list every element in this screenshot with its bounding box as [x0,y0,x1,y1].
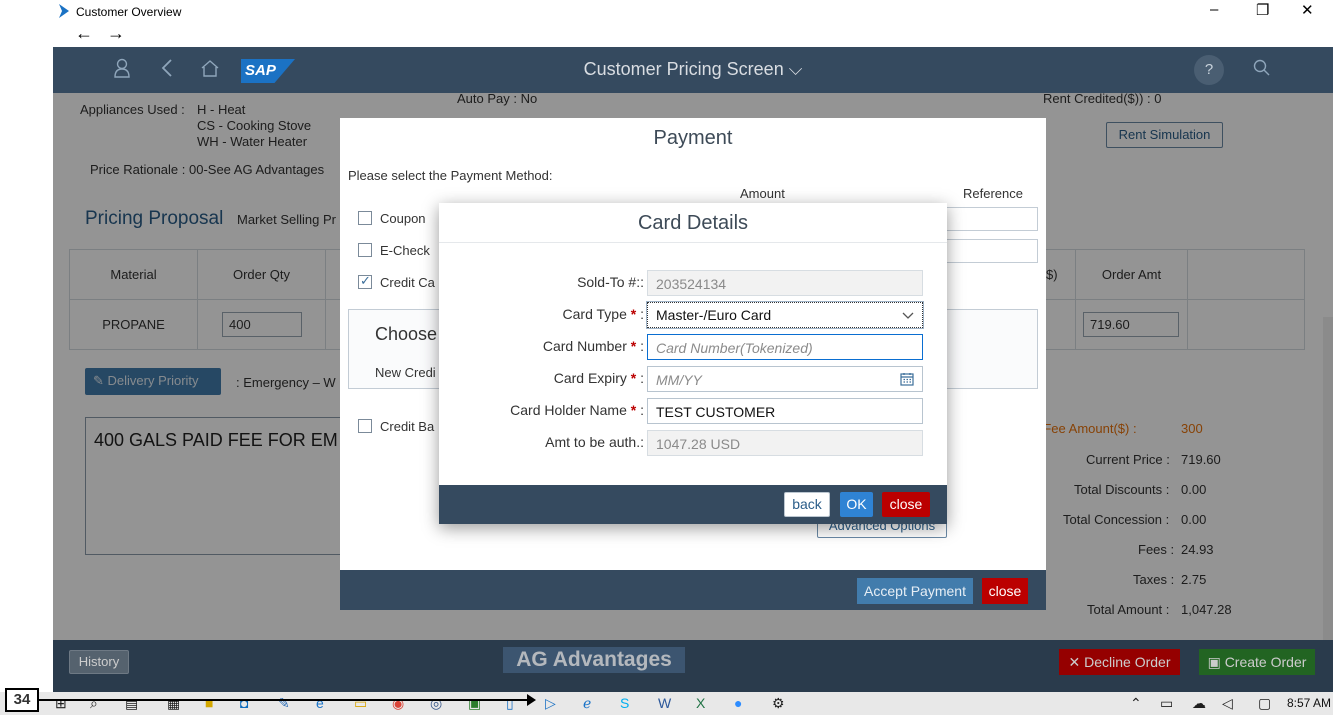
required-marker: * [630,338,637,354]
credit-card-checkbox[interactable] [358,273,372,289]
method-label: Credit Ba [380,419,435,434]
coupon-checkbox[interactable] [358,211,372,225]
shell-title[interactable]: Customer Pricing Screen ⌵ [53,59,1333,80]
required-marker: * [630,370,637,386]
shell-bar: SAP Customer Pricing Screen ⌵ ? [53,47,1333,93]
cloud-icon[interactable]: ☁ [1192,695,1206,712]
amt-auth-field: 1047.28 USD [647,430,923,456]
back-arrow-icon[interactable]: ← [75,23,93,44]
label-colon: : [640,370,644,386]
step-badge: 34 [5,688,39,712]
method-label: Coupon [380,211,426,226]
card-expiry-input[interactable]: MM/YY [647,366,923,392]
step-pointer-arrow [527,694,536,706]
app-icon[interactable]: ◎ [430,695,442,712]
app-frame: SAP Customer Pricing Screen ⌵ ? Applianc… [53,47,1333,692]
forward-arrow-icon[interactable]: → [107,23,125,44]
minimize-button[interactable]: – [1210,1,1218,18]
payment-instruction: Please select the Payment Method: [348,168,553,183]
card-number-label: Card Number * : [439,338,644,354]
restore-button[interactable]: ❐ [1256,1,1269,19]
chevron-down-icon [902,312,914,319]
close-window-button[interactable]: ✕ [1301,1,1314,19]
card-details-title: Card Details [439,203,947,243]
taskbar: ⊞ ⌕ ▤ ▦ ■ ◘ ✎ e ▭ ◉ ◎ ▣ ▯ ▷ ℯ S W X ● ⚙ … [0,692,1333,715]
notification-icon[interactable]: ▢ [1258,695,1271,712]
calculator-icon[interactable]: ▦ [167,695,180,712]
credit-balance-checkbox[interactable] [358,419,372,433]
reference-header: Reference [963,186,1023,201]
edge-icon[interactable]: e [316,695,324,711]
card-holder-label-text: Card Holder Name [510,402,627,418]
echeck-checkbox[interactable] [358,243,372,257]
card-type-select[interactable]: Master-/Euro Card [646,301,924,329]
ie-icon[interactable]: ℯ [583,695,591,712]
card-close-button[interactable]: close [882,492,930,517]
start-icon[interactable]: ⊞ [55,695,67,712]
chrome-icon[interactable]: ◉ [392,695,404,712]
sold-to-field: 203524134 [647,270,923,296]
dynamics-logo-icon [59,4,69,18]
search-icon[interactable] [1253,58,1271,84]
zoom-icon[interactable]: ● [734,695,742,711]
outlook-icon[interactable]: ◘ [240,695,248,711]
card-expiry-placeholder: MM/YY [656,372,702,388]
amount-header: Amount [740,186,785,201]
card-expiry-label-text: Card Expiry [553,370,627,386]
ok-button[interactable]: OK [840,492,873,517]
clock: 8:57 AM [1286,696,1331,710]
excel-icon[interactable]: X [696,695,705,711]
payment-close-button[interactable]: close [982,578,1028,604]
app-icon[interactable]: ▣ [468,695,481,712]
app-icon[interactable]: ▯ [506,695,514,712]
method-label: Credit Ca [380,275,435,290]
new-credit-button[interactable]: New Credi [375,365,436,380]
skype-icon[interactable]: S [620,695,629,711]
sold-to-label: Sold-To #:: [577,274,644,290]
card-type-label-text: Card Type [562,306,627,322]
word-icon[interactable]: W [658,695,671,711]
required-marker: * [630,306,637,322]
card-number-input[interactable]: Card Number(Tokenized) [647,334,923,360]
step-pointer-line [39,699,531,701]
calendar-icon[interactable] [900,372,914,386]
label-colon: : [640,338,644,354]
dynamics-icon[interactable]: ▷ [545,695,556,712]
card-expiry-label: Card Expiry * : [439,370,644,386]
window-titlebar: Customer Overview – ❐ ✕ [0,0,1333,23]
amt-auth-label: Amt to be auth.: [545,434,644,450]
card-type-label: Card Type * : [439,306,644,322]
required-marker: * [630,402,637,418]
help-button[interactable]: ? [1194,55,1224,85]
payment-title: Payment [653,127,733,149]
card-holder-input[interactable]: TEST CUSTOMER [647,398,923,424]
card-details-dialog: Card Details Sold-To #:: 203524134 Card … [439,203,947,524]
back-button[interactable]: back [784,492,830,517]
battery-icon[interactable]: ▭ [1160,695,1173,712]
volume-icon[interactable]: ◁ [1222,695,1233,712]
card-type-value: Master-/Euro Card [656,307,772,323]
card-holder-label: Card Holder Name * : [439,402,644,418]
window-title: Customer Overview [76,5,182,19]
card-number-label-text: Card Number [542,338,627,354]
scrollbar[interactable] [1323,317,1333,640]
accept-payment-button[interactable]: Accept Payment [857,578,973,604]
browser-nav: ← → [0,23,1333,47]
choose-label: Choose [375,324,438,344]
settings-icon[interactable]: ⚙ [772,695,785,712]
label-colon: : [640,306,644,322]
task-view-icon[interactable]: ▤ [125,695,138,712]
label-colon: : [640,402,644,418]
search-icon[interactable]: ⌕ [90,695,98,712]
explorer-icon[interactable]: ▭ [354,695,367,712]
sticky-notes-icon[interactable]: ■ [205,695,213,711]
modal-overlay-footer [53,640,1333,692]
pen-icon[interactable]: ✎ [278,695,290,712]
chevron-up-icon[interactable]: ⌃ [1130,695,1142,712]
method-label: E-Check [380,243,430,258]
